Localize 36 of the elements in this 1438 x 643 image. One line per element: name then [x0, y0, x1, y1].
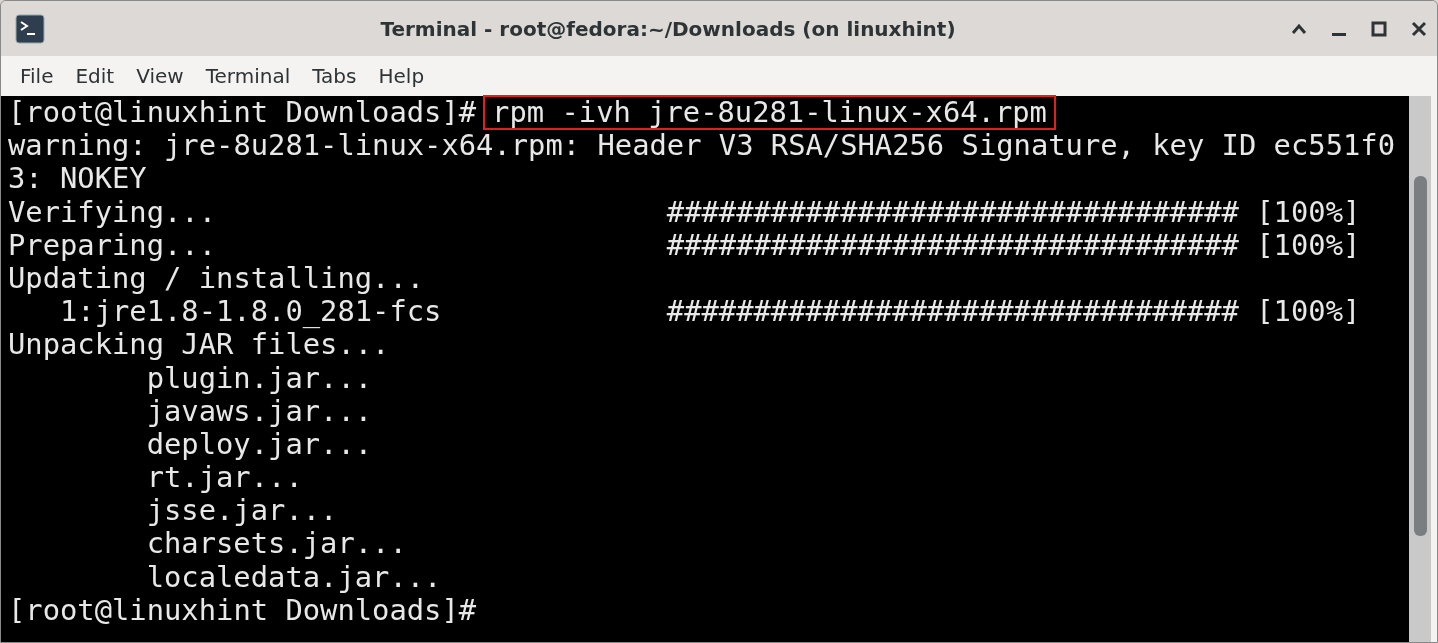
menu-item[interactable]: File [9, 59, 65, 93]
output-line: jsse.jar... [145, 494, 338, 528]
output-line: rt.jar... [145, 461, 303, 495]
scrollbar[interactable] [1409, 96, 1431, 642]
output-line: javaws.jar... [145, 394, 373, 428]
shell-prompt: [root@linuxhint Downloads]# [8, 96, 477, 130]
progress-label: 1:jre1.8-1.8.0_281-fcs [59, 295, 443, 329]
terminal-app-icon [15, 13, 45, 44]
progress-percent: [100%] [1256, 228, 1361, 262]
window-title: Terminal - root@fedora:~/Downloads (on linuxhint) [379, 15, 957, 43]
output-line: 3: NOKEY [8, 162, 147, 196]
menu-item[interactable]: Help [367, 59, 436, 93]
menu-item[interactable]: Edit [64, 59, 126, 93]
command-text: rpm -ivh jre-8u281-linux-x64.rpm [484, 96, 1055, 130]
output-line: localedata.jar... [145, 560, 442, 594]
shell-prompt: [root@linuxhint Downloads]# [8, 593, 477, 627]
progress-percent: [100%] [1256, 295, 1361, 329]
caret-up-icon[interactable] [1291, 22, 1307, 35]
close-icon[interactable] [1411, 20, 1427, 37]
output-line: charsets.jar... [145, 527, 407, 561]
menu-item[interactable]: View [125, 59, 195, 93]
output-line: warning: jre-8u281-linux-x64.rpm: Header V3 RSA/SHA256 Signature, key ID ec551f0 [8, 129, 1395, 163]
menu-item[interactable]: Tabs [301, 59, 368, 93]
scrollbar-thumb[interactable] [1414, 176, 1427, 536]
progress-bar-text: ################################# [666, 295, 1239, 329]
output-line: plugin.jar... [145, 361, 373, 395]
menu-item[interactable]: Terminal [194, 59, 302, 93]
maximize-icon[interactable] [1371, 20, 1387, 37]
output-line: Unpacking JAR files... [8, 328, 390, 362]
progress-label: Verifying... [8, 195, 218, 229]
output-line: Updating / installing... [8, 261, 425, 296]
progress-bar-text: ################################# [666, 195, 1239, 229]
progress-label: Preparing... [8, 228, 218, 262]
output-line: deploy.jar... [145, 427, 373, 462]
progress-percent: [100%] [1256, 195, 1361, 229]
progress-bar-text: ################################# [666, 228, 1239, 262]
